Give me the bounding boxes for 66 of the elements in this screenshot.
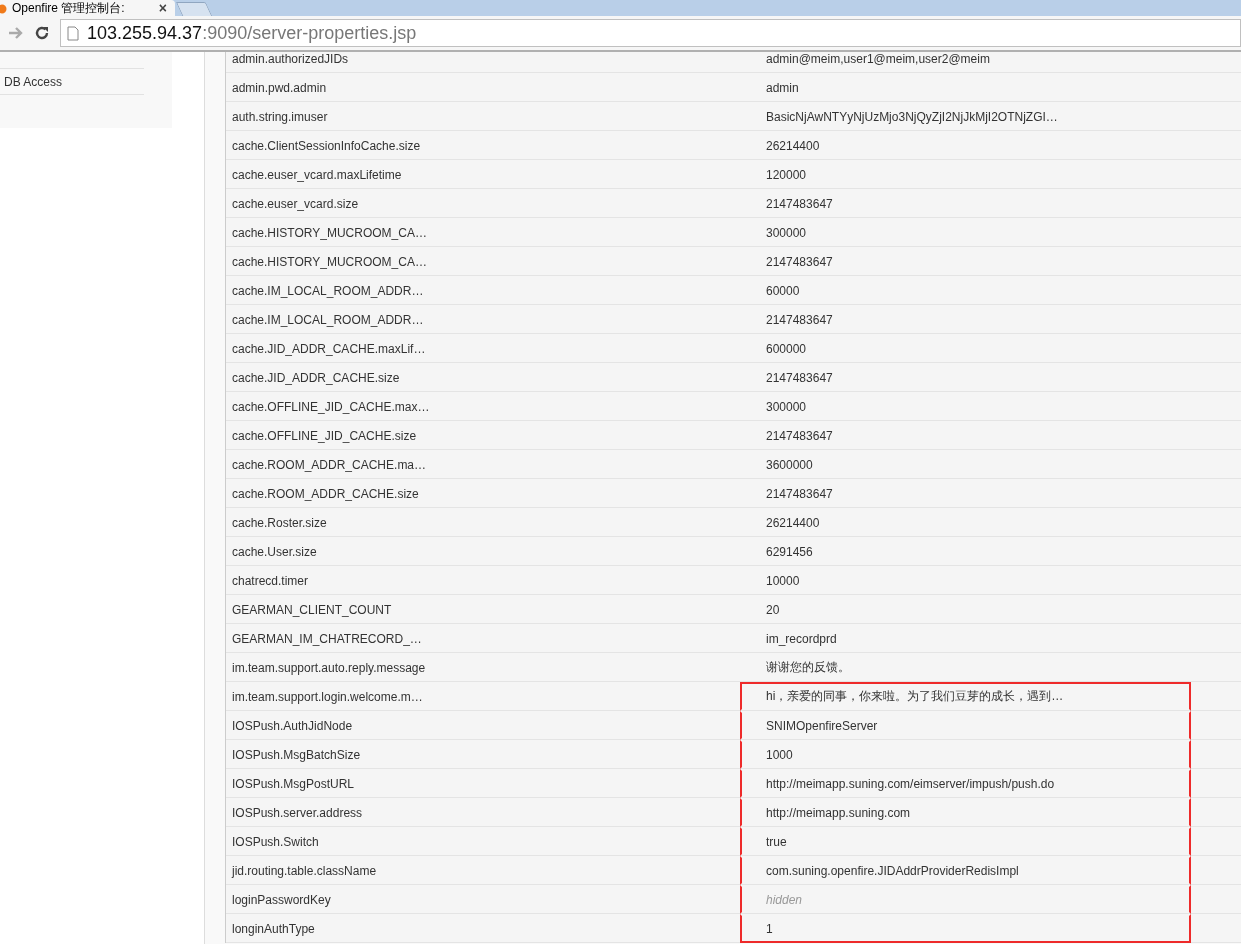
property-name: im.team.support.login.welcome.m… <box>231 689 424 704</box>
property-value: 20 <box>765 601 781 619</box>
property-value: 谢谢您的反馈。 <box>765 659 851 676</box>
property-name: cache.ROOM_ADDR_CACHE.size <box>231 486 420 501</box>
property-name: IOSPush.AuthJidNode <box>231 718 354 733</box>
page-icon <box>67 25 79 41</box>
tab-close-button[interactable]: × <box>158 0 167 16</box>
property-name: cache.JID_ADDR_CACHE.size <box>231 370 401 385</box>
property-name: IOSPush.MsgPostURL <box>231 776 356 791</box>
property-name: jid.routing.table.className <box>230 863 378 878</box>
forward-icon[interactable] <box>8 26 24 40</box>
property-name: IOSPush.server.address <box>231 805 364 820</box>
url-path: :9090/server-properties.jsp <box>202 22 417 44</box>
property-name: cache.User.size <box>231 544 318 559</box>
property-name: cache.OFFLINE_JID_CACHE.max… <box>231 399 431 414</box>
property-value: 2147483647 <box>765 253 834 271</box>
property-value: 2147483647 <box>765 369 834 387</box>
url-host: 103.255.94.37 <box>87 22 203 44</box>
property-value: admin <box>765 79 800 97</box>
property-name: cache.euser_vcard.maxLifetime <box>231 167 403 182</box>
property-name: auth.string.imuser <box>231 109 329 124</box>
property-name: cache.HISTORY_MUCROOM_CA… <box>231 225 428 240</box>
property-value: 60000 <box>765 282 801 300</box>
property-value: 300000 <box>765 224 808 242</box>
property-value: 120000 <box>765 166 808 184</box>
browser-tab[interactable]: Openfire 管理控制台: × <box>0 0 175 16</box>
property-name: cache.IM_LOCAL_ROOM_ADDR… <box>231 312 425 327</box>
property-value: 6291456 <box>765 543 814 561</box>
property-value: 2147483647 <box>765 427 834 445</box>
property-name: GEARMAN_CLIENT_COUNT <box>231 602 393 617</box>
property-value: 26214400 <box>765 137 821 155</box>
property-value: 600000 <box>765 340 808 358</box>
property-name: cache.OFFLINE_JID_CACHE.size <box>231 428 418 443</box>
property-name: chatrecd.timer <box>231 573 310 588</box>
property-value: 2147483647 <box>765 311 834 329</box>
property-value: admin@meim,user1@meim,user2@meim <box>765 50 991 68</box>
property-name: loginPasswordKey <box>231 892 332 907</box>
property-name: im.team.support.auto.reply.message <box>231 660 427 675</box>
property-name: admin.pwd.admin <box>231 80 328 95</box>
property-name: cache.ClientSessionInfoCache.size <box>231 138 422 153</box>
property-value: 26214400 <box>765 514 821 532</box>
sidebar-item[interactable]: DB Access <box>0 68 144 95</box>
property-value: BasicNjAwNTYyNjUzMjo3NjQyZjI2NjJkMjI2OTNjZGI… <box>765 108 1059 126</box>
new-tab-button[interactable] <box>175 2 213 16</box>
property-value: 10000 <box>765 572 801 590</box>
property-name: cache.ROOM_ADDR_CACHE.ma… <box>231 457 428 472</box>
property-name: cache.JID_ADDR_CACHE.maxLif… <box>231 341 427 356</box>
property-value: 3600000 <box>765 456 814 474</box>
reload-icon[interactable] <box>34 25 50 41</box>
property-name: IOSPush.MsgBatchSize <box>231 747 362 762</box>
property-value: 2147483647 <box>765 485 834 503</box>
address-bar[interactable]: 103.255.94.37:9090/server-properties.jsp <box>60 19 1241 47</box>
property-value: 2147483647 <box>765 195 834 213</box>
property-name: cache.HISTORY_MUCROOM_CA… <box>231 254 428 269</box>
tab-title: Openfire 管理控制台: <box>12 0 126 17</box>
property-name: GEARMAN_IM_CHATRECORD_… <box>231 631 423 646</box>
property-name: admin.authorizedJIDs <box>231 51 350 66</box>
property-name: cache.Roster.size <box>231 515 328 530</box>
property-value: im_recordprd <box>765 630 838 648</box>
property-name: cache.euser_vcard.size <box>231 196 360 211</box>
browser-logo-icon <box>0 2 7 14</box>
property-name: longinAuthType <box>231 921 316 936</box>
property-value: 300000 <box>765 398 808 416</box>
property-name: IOSPush.Switch <box>231 834 320 849</box>
property-name: cache.IM_LOCAL_ROOM_ADDR… <box>231 283 425 298</box>
property-value: 1 <box>740 914 1191 943</box>
